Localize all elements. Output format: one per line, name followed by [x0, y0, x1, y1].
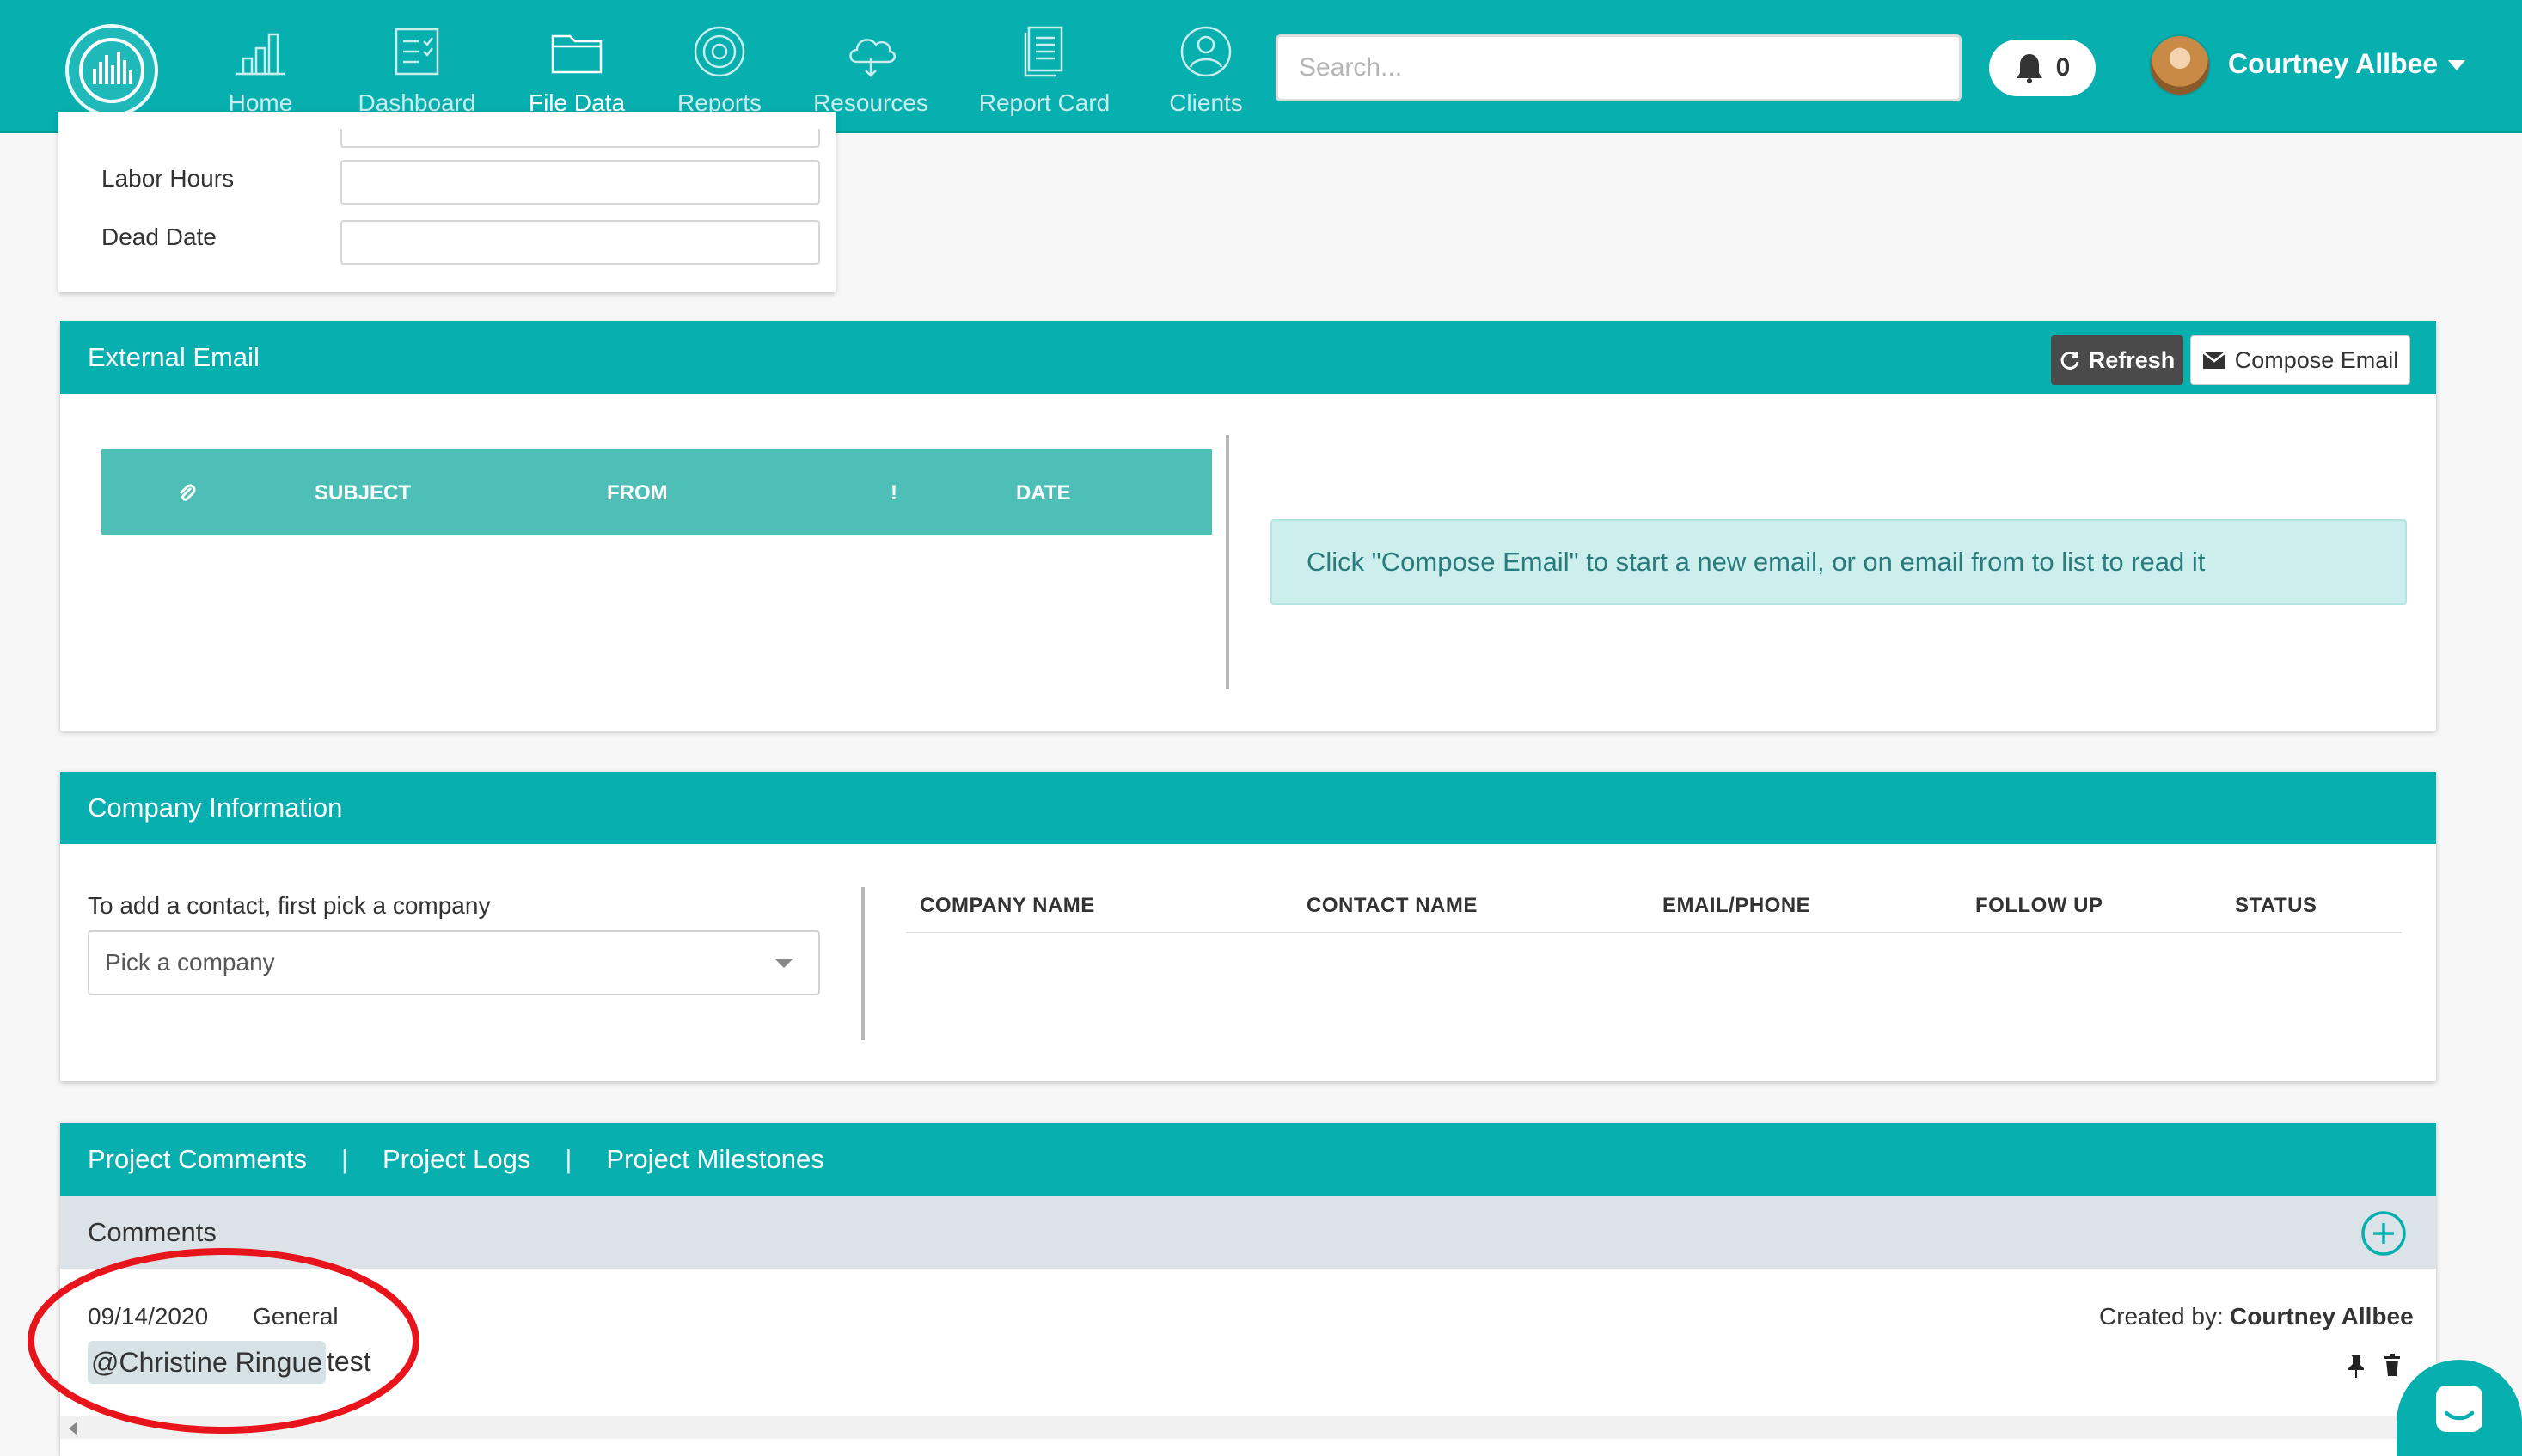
labor-hours-label: Labor Hours: [101, 165, 235, 192]
avatar[interactable]: [2149, 34, 2211, 96]
app-logo[interactable]: [65, 24, 158, 117]
logo-bars-icon: [79, 38, 144, 103]
pin-icon[interactable]: [2347, 1353, 2366, 1379]
refresh-label: Refresh: [2088, 346, 2176, 373]
compose-hint-text: Click "Compose Email" to start a new ema…: [1307, 547, 2206, 577]
search-input[interactable]: [1276, 34, 1962, 101]
tab-separator: |: [340, 1144, 349, 1174]
envelope-icon: [2201, 352, 2226, 369]
trash-icon[interactable]: [2383, 1353, 2402, 1377]
tab-separator: |: [565, 1144, 572, 1174]
col-company-name[interactable]: COMPANY NAME: [920, 894, 1095, 918]
chevron-down-icon: [775, 959, 793, 968]
col-status[interactable]: STATUS: [2235, 894, 2317, 918]
labor-hours-input[interactable]: [340, 160, 820, 205]
company-select[interactable]: Pick a company: [88, 930, 820, 995]
comments-title: Comments: [88, 1217, 217, 1247]
nav-report-card-label: Report Card: [978, 89, 1111, 116]
company-helper-text: To add a contact, first pick a company: [88, 892, 491, 919]
nav-report-card[interactable]: Report Card: [971, 24, 1117, 127]
checklist-icon: [395, 28, 439, 76]
cloud-icon: [849, 39, 896, 77]
user-name[interactable]: Courtney Allbee: [2228, 48, 2438, 80]
company-pane-divider: [861, 887, 865, 1040]
dead-date-input[interactable]: [340, 220, 820, 265]
add-comment-button[interactable]: [2360, 1210, 2407, 1257]
bar-chart-icon: [236, 33, 285, 76]
company-information-header: Company Information: [60, 772, 2436, 844]
chat-icon: [2436, 1386, 2482, 1432]
company-information-title: Company Information: [88, 792, 343, 823]
col-contact-name[interactable]: CONTACT NAME: [1307, 894, 1478, 918]
compose-email-label: Compose Email: [2234, 346, 2399, 373]
tab-project-logs[interactable]: Project Logs: [383, 1144, 530, 1175]
compose-email-button[interactable]: Compose Email: [2190, 335, 2410, 385]
company-select-placeholder: Pick a company: [105, 949, 275, 976]
company-information-card: Company Information: [60, 772, 2436, 1081]
document-stack-icon: [1024, 26, 1063, 77]
nav-clients[interactable]: Clients: [1133, 24, 1279, 127]
col-email-phone[interactable]: EMAIL/PHONE: [1662, 894, 1810, 918]
refresh-button[interactable]: Refresh: [2051, 335, 2183, 385]
target-icon: [694, 26, 745, 77]
comment-created-by: Courtney Allbee: [2230, 1303, 2414, 1330]
chevron-down-icon[interactable]: [2448, 60, 2465, 70]
attachment-icon: [179, 484, 196, 501]
email-col-date[interactable]: DATE: [1016, 481, 1071, 505]
col-follow-up[interactable]: FOLLOW UP: [1975, 894, 2103, 918]
email-col-subject[interactable]: SUBJECT: [315, 481, 411, 505]
external-email-title: External Email: [88, 342, 260, 372]
compose-hint-box: Click "Compose Email" to start a new ema…: [1270, 519, 2407, 605]
company-table-rule: [906, 932, 2402, 933]
project-tabs-header: Project Comments | Project Logs | Projec…: [60, 1123, 2436, 1196]
notification-count: 0: [2055, 53, 2071, 82]
email-col-from[interactable]: FROM: [607, 481, 668, 505]
email-pane-divider[interactable]: [1226, 435, 1229, 689]
tab-project-milestones[interactable]: Project Milestones: [606, 1144, 823, 1175]
tab-project-comments[interactable]: Project Comments: [88, 1144, 307, 1175]
email-col-priority[interactable]: !: [891, 481, 897, 505]
highlight-ring: [28, 1248, 419, 1434]
comment-created-by-label: Created by:: [2099, 1303, 2224, 1330]
previous-field-input[interactable]: [340, 129, 820, 148]
user-circle-icon: [1180, 26, 1232, 77]
dead-date-label: Dead Date: [101, 223, 217, 250]
bell-icon: [2016, 54, 2042, 83]
nav-clients-label: Clients: [1169, 89, 1243, 116]
folder-icon: [551, 34, 603, 74]
notification-button[interactable]: 0: [1989, 40, 2096, 96]
refresh-icon: [2060, 351, 2079, 370]
